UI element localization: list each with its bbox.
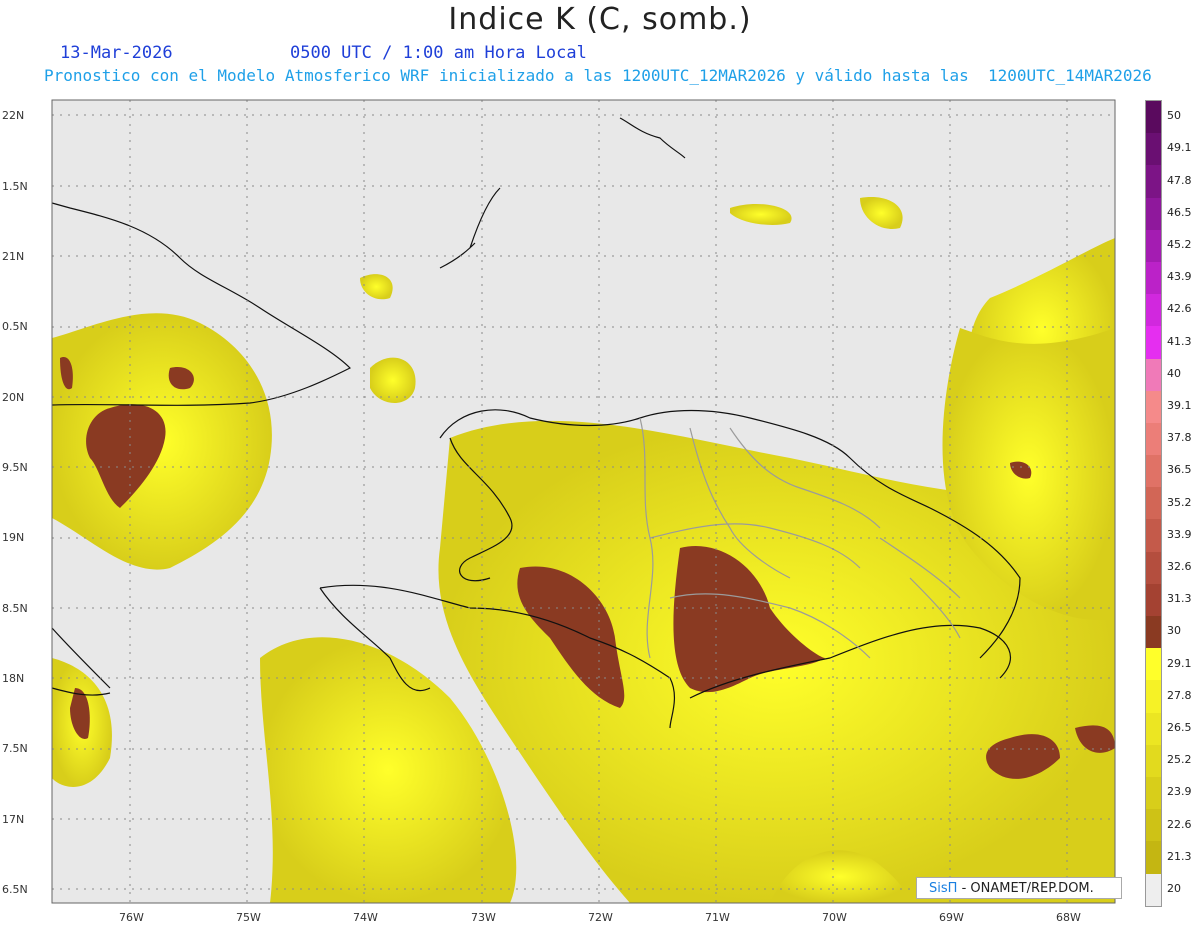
colorbar-label: 25.2 xyxy=(1167,753,1192,767)
colorbar-segment xyxy=(1146,261,1161,295)
colorbar-segment xyxy=(1146,133,1161,166)
colorbar-segment xyxy=(1146,519,1161,552)
colorbar-label: 50 xyxy=(1167,109,1181,123)
colorbar-label: 41.3 xyxy=(1167,334,1192,348)
colorbar-segment xyxy=(1146,101,1161,134)
colorbar-label: 27.8 xyxy=(1167,688,1192,702)
lat-label: 20N xyxy=(2,391,25,404)
lat-label: 7.5N xyxy=(2,742,28,755)
colorbar-segment xyxy=(1146,487,1161,520)
colorbar-segment xyxy=(1146,197,1161,230)
colorbar-label: 46.5 xyxy=(1167,205,1192,219)
lat-label: 17N xyxy=(2,813,25,826)
lon-label: 76W xyxy=(119,911,144,924)
colorbar-segment xyxy=(1146,229,1161,262)
colorbar-segment xyxy=(1146,616,1161,649)
colorbar-segment xyxy=(1146,165,1161,198)
colorbar-label: 32.6 xyxy=(1167,559,1192,573)
lon-label: 70W xyxy=(822,911,847,924)
colorbar-label: 22.6 xyxy=(1167,817,1192,831)
forecast-date: 13-Mar-2026 xyxy=(60,43,173,63)
lat-label: 1.5N xyxy=(2,180,28,193)
lat-label: 22N xyxy=(2,109,25,122)
colorbar-segment xyxy=(1146,455,1161,488)
colorbar-segment xyxy=(1146,358,1161,391)
colorbar-segment xyxy=(1146,841,1161,874)
colorbar-segment xyxy=(1146,873,1161,906)
lat-label: 18N xyxy=(2,672,25,685)
colorbar-label: 37.8 xyxy=(1167,431,1192,445)
colorbar-label: 39.1 xyxy=(1167,398,1192,412)
colorbar-segment xyxy=(1146,326,1161,359)
colorbar-segment xyxy=(1146,744,1161,777)
colorbar-label: 45.2 xyxy=(1167,237,1192,251)
lon-label: 74W xyxy=(353,911,378,924)
colorbar-label: 26.5 xyxy=(1167,720,1192,734)
colorbar-segment xyxy=(1146,390,1161,423)
colorbar-label: 29.1 xyxy=(1167,656,1192,670)
lon-label: 75W xyxy=(236,911,261,924)
lon-label: 69W xyxy=(939,911,964,924)
k-index-map xyxy=(51,99,1116,904)
forecast-time: 0500 UTC / 1:00 am Hora Local xyxy=(290,43,587,63)
map-title: Indice K (C, somb.) xyxy=(448,2,752,37)
colorbar xyxy=(1145,100,1162,907)
credit-brand: SisΠ xyxy=(929,881,958,896)
colorbar-label: 35.2 xyxy=(1167,495,1192,509)
colorbar-label: 43.9 xyxy=(1167,270,1192,284)
colorbar-segment xyxy=(1146,648,1161,681)
colorbar-segment xyxy=(1146,809,1161,842)
colorbar-segment xyxy=(1146,680,1161,713)
credit-org: - ONAMET/REP.DOM. xyxy=(961,881,1094,896)
colorbar-label: 47.8 xyxy=(1167,173,1192,187)
colorbar-label: 42.6 xyxy=(1167,302,1192,316)
colorbar-segment xyxy=(1146,712,1161,745)
colorbar-label: 33.9 xyxy=(1167,527,1192,541)
colorbar-segment xyxy=(1146,294,1161,327)
colorbar-label: 30 xyxy=(1167,624,1181,638)
colorbar-segment xyxy=(1146,776,1161,810)
colorbar-label: 20 xyxy=(1167,881,1181,895)
credit-box: SisΠ - ONAMET/REP.DOM. xyxy=(916,877,1122,899)
colorbar-label: 49.1 xyxy=(1167,141,1192,155)
lat-label: 21N xyxy=(2,250,25,263)
colorbar-segment xyxy=(1146,551,1161,584)
colorbar-segment xyxy=(1146,583,1161,616)
lon-label: 73W xyxy=(471,911,496,924)
lat-label: 9.5N xyxy=(2,461,28,474)
map-area[interactable] xyxy=(30,98,1130,908)
colorbar-label: 23.9 xyxy=(1167,785,1192,799)
lat-label: 6.5N xyxy=(2,883,28,896)
lon-label: 71W xyxy=(705,911,730,924)
lat-label: 8.5N xyxy=(2,602,28,615)
lon-label: 68W xyxy=(1056,911,1081,924)
lon-label: 72W xyxy=(588,911,613,924)
colorbar-label: 36.5 xyxy=(1167,463,1192,477)
forecast-description: Pronostico con el Modelo Atmosferico WRF… xyxy=(44,66,1152,85)
colorbar-segment xyxy=(1146,422,1161,456)
colorbar-label: 21.3 xyxy=(1167,849,1192,863)
lat-label: 19N xyxy=(2,531,25,544)
lat-label: 0.5N xyxy=(2,320,28,333)
colorbar-label: 40 xyxy=(1167,366,1181,380)
colorbar-label: 31.3 xyxy=(1167,592,1192,606)
